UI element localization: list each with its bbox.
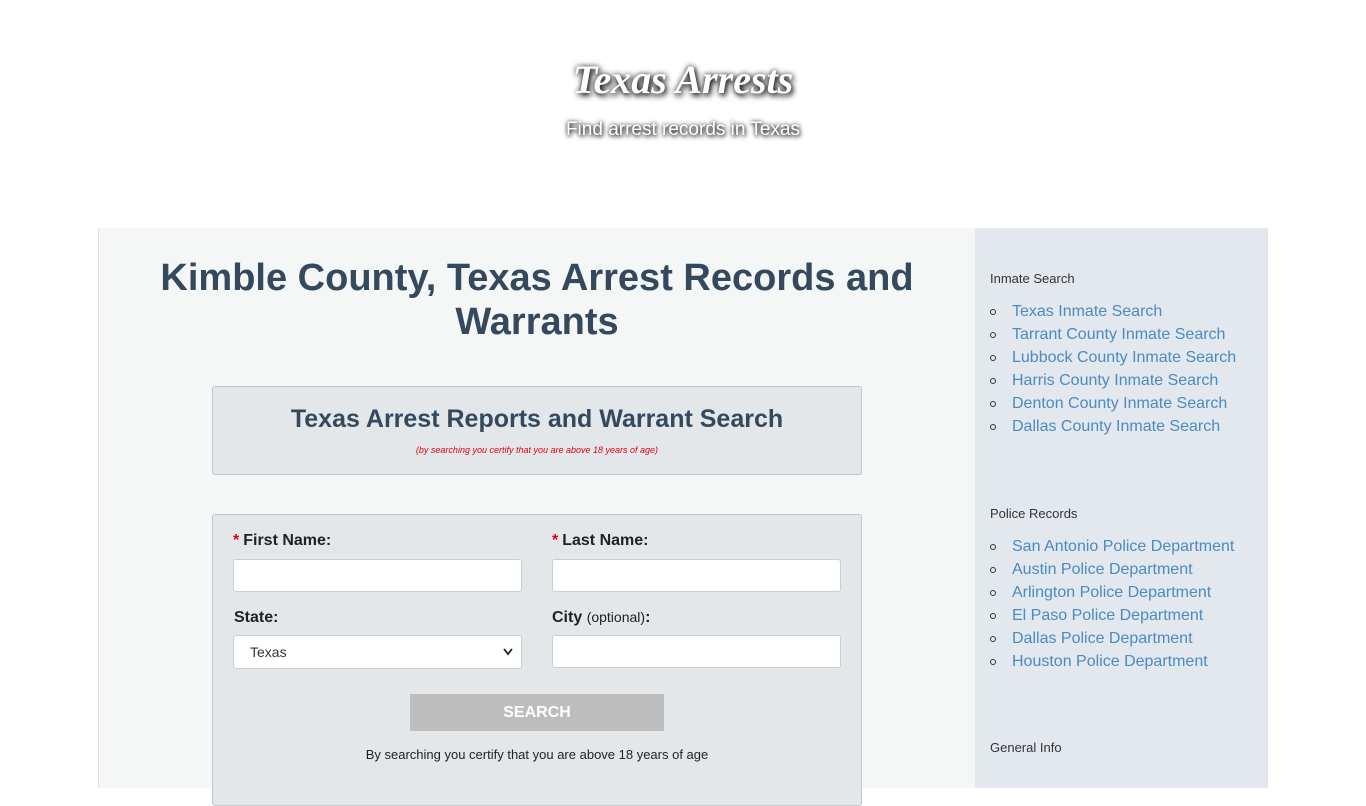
sidebar: Inmate Search Texas Inmate Search Tarran… xyxy=(975,228,1268,788)
widget-title-general-info: General Info xyxy=(990,740,1062,755)
state-selected-value: Texas xyxy=(250,644,287,660)
list-item: Houston Police Department xyxy=(990,650,1234,673)
list-item: Dallas Police Department xyxy=(990,627,1234,650)
state-label: State: xyxy=(234,609,279,626)
search-box-header: Texas Arrest Reports and Warrant Search … xyxy=(212,386,862,475)
widget-title-police-records: Police Records xyxy=(990,506,1078,521)
city-label-colon: : xyxy=(645,609,651,626)
city-optional-text: (optional) xyxy=(586,609,646,625)
link-lubbock-county-inmate-search[interactable]: Lubbock County Inmate Search xyxy=(1012,349,1236,366)
list-item: Austin Police Department xyxy=(990,558,1234,581)
list-item: Arlington Police Department xyxy=(990,581,1234,604)
first-name-input[interactable] xyxy=(233,559,522,592)
link-tarrant-county-inmate-search[interactable]: Tarrant County Inmate Search xyxy=(1012,326,1225,343)
inmate-search-list: Texas Inmate Search Tarrant County Inmat… xyxy=(990,300,1236,438)
city-label: City (optional): xyxy=(552,609,650,627)
link-dallas-county-inmate-search[interactable]: Dallas County Inmate Search xyxy=(1012,418,1220,435)
last-name-label-text: Last Name: xyxy=(562,532,649,549)
police-records-list: San Antonio Police Department Austin Pol… xyxy=(990,535,1234,673)
required-mark: * xyxy=(552,532,559,549)
certify-small-note: (by searching you certify that you are a… xyxy=(415,445,659,455)
site-header: Texas Arrests Find arrest records in Tex… xyxy=(0,0,1366,228)
search-button[interactable]: SEARCH xyxy=(410,694,664,731)
arrest-search-form: * First Name: * Last Name: State: Texas Ci… xyxy=(212,514,862,806)
link-san-antonio-police[interactable]: San Antonio Police Department xyxy=(1012,538,1234,555)
link-denton-county-inmate-search[interactable]: Denton County Inmate Search xyxy=(1012,395,1227,412)
list-item: El Paso Police Department xyxy=(990,604,1234,627)
certify-note: By searching you certify that you are ab… xyxy=(365,747,709,762)
site-tagline: Find arrest records in Texas xyxy=(565,119,801,140)
main-content: Kimble County, Texas Arrest Records and … xyxy=(98,228,975,806)
first-name-label-text: First Name: xyxy=(243,532,332,549)
first-name-label: * First Name: xyxy=(233,532,331,550)
required-mark: * xyxy=(233,532,240,549)
link-arlington-police[interactable]: Arlington Police Department xyxy=(1012,584,1211,601)
link-el-paso-police[interactable]: El Paso Police Department xyxy=(1012,607,1203,624)
link-harris-county-inmate-search[interactable]: Harris County Inmate Search xyxy=(1012,372,1218,389)
widget-title-inmate-search: Inmate Search xyxy=(990,271,1075,286)
list-item: Tarrant County Inmate Search xyxy=(990,323,1236,346)
last-name-label: * Last Name: xyxy=(552,532,648,550)
chevron-down-icon xyxy=(503,636,513,682)
link-houston-police[interactable]: Houston Police Department xyxy=(1012,653,1208,670)
link-dallas-police[interactable]: Dallas Police Department xyxy=(1012,630,1193,647)
state-select[interactable]: Texas xyxy=(233,635,522,669)
list-item: Lubbock County Inmate Search xyxy=(990,346,1236,369)
page-title: Kimble County, Texas Arrest Records and … xyxy=(160,257,914,343)
link-austin-police[interactable]: Austin Police Department xyxy=(1012,561,1193,578)
list-item: Texas Inmate Search xyxy=(990,300,1236,323)
link-texas-inmate-search[interactable]: Texas Inmate Search xyxy=(1012,303,1162,320)
list-item: San Antonio Police Department xyxy=(990,535,1234,558)
city-input[interactable] xyxy=(552,635,841,668)
search-box-title: Texas Arrest Reports and Warrant Search xyxy=(290,405,784,433)
city-label-text: City xyxy=(552,609,583,626)
list-item: Denton County Inmate Search xyxy=(990,392,1236,415)
last-name-input[interactable] xyxy=(552,559,841,592)
list-item: Dallas County Inmate Search xyxy=(990,415,1236,438)
list-item: Harris County Inmate Search xyxy=(990,369,1236,392)
site-title-link[interactable]: Texas Arrests xyxy=(0,56,1366,103)
